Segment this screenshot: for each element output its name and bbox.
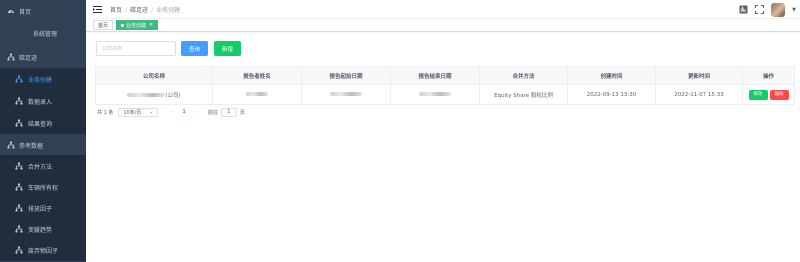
page-suffix: 页 (239, 109, 245, 116)
updated-cell: 2022-11-07 15:33 (655, 84, 743, 105)
search-bar: 查询 新增 (96, 41, 242, 56)
column-header: 公司名称 (95, 66, 213, 85)
column-header: 更新时间 (655, 66, 743, 85)
sidebar-item-system[interactable]: 系统管理 (0, 22, 86, 44)
tree-icon (7, 141, 15, 149)
breadcrumb: 首页 / 碳足迹 / 业务创建 (110, 5, 180, 14)
pagination: 共 1 条 10条/页 ⌄ ‹ 1 › 前往 1 页 (97, 107, 245, 117)
tags-view: 首页 业务创建 × (86, 19, 800, 32)
query-button[interactable]: 查询 (181, 41, 209, 56)
sidebar-item-label: 变暖趋势 (28, 226, 53, 234)
redacted-text (419, 92, 451, 96)
breadcrumb-item-current: 业务创建 (156, 7, 181, 14)
sidebar-item-label: 废弃物因子 (28, 247, 59, 255)
column-header: 合并方法 (479, 66, 568, 85)
tree-icon (15, 183, 23, 191)
start-date-cell (301, 84, 391, 105)
dashboard-icon (7, 7, 15, 15)
page-size-select[interactable]: 10条/页 ⌄ (118, 107, 159, 117)
next-page-icon[interactable]: › (196, 109, 198, 115)
goto-page-value: 1 (227, 109, 231, 115)
sidebar-item-label: 排放因子 (28, 205, 53, 213)
navbar: 首页 / 碳足迹 / 业务创建 ▼ (86, 0, 800, 19)
sidebar-item-label: 结果查询 (28, 120, 53, 128)
column-header: 操作 (742, 66, 795, 85)
sidebar-item-label: 车辆所有权 (28, 184, 59, 192)
redacted-text (246, 92, 268, 96)
company-search-input[interactable] (96, 41, 176, 56)
hamburger-icon[interactable] (93, 5, 102, 14)
sidebar-item-warming-trend[interactable]: 变暖趋势 (0, 218, 86, 240)
tag-label: 首页 (98, 22, 109, 29)
tag-business-create[interactable]: 业务创建 × (116, 20, 159, 30)
sidebar-item-business-create[interactable]: 业务创建 (0, 68, 86, 90)
company-suffix: (公司) (165, 92, 181, 99)
font-size-icon[interactable] (739, 5, 748, 14)
sidebar-item-home[interactable]: 首页 (0, 0, 86, 22)
sidebar-item-label: 合并方法 (28, 163, 53, 171)
delete-button[interactable]: 删除 (769, 89, 789, 100)
goto-label: 前往 (207, 109, 218, 116)
sidebar-item-emission-factor[interactable]: 排放因子 (0, 197, 86, 219)
column-header: 报告结束日期 (390, 66, 480, 85)
breadcrumb-item-carbon[interactable]: 碳足迹 (130, 7, 148, 14)
tag-label: 业务创建 (126, 22, 147, 29)
sidebar-item-label: 首页 (19, 8, 32, 16)
add-button[interactable]: 新增 (214, 41, 242, 56)
tree-icon (15, 97, 23, 105)
chevron-down-icon: ⌄ (149, 109, 154, 115)
sidebar-item-data-entry[interactable]: 数据录入 (0, 90, 86, 112)
sidebar-item-label: 系统管理 (33, 30, 58, 38)
tree-icon (7, 53, 15, 61)
tree-icon (15, 225, 23, 233)
sidebar-item-label: 数据录入 (28, 98, 53, 106)
created-cell: 2022-09-13 13:30 (567, 84, 656, 105)
sidebar-item-label: 碳足迹 (19, 54, 38, 62)
avatar[interactable] (771, 2, 786, 17)
breadcrumb-separator: / (151, 7, 154, 14)
sidebar-group-reference[interactable]: 参考数据 (0, 134, 86, 156)
edit-button[interactable]: 修改 (748, 89, 768, 100)
sidebar: 首页 系统管理 碳足迹 业务创建 数据录入 结果查询 参考数据 合并方法 车辆所… (0, 0, 86, 262)
close-icon[interactable]: × (149, 22, 153, 28)
redacted-text (127, 93, 166, 97)
tag-home[interactable]: 首页 (93, 20, 114, 30)
table-row: (公司) Equity Share 股权比例 2022-09-13 13:30 … (95, 84, 795, 105)
sidebar-item-merge-method[interactable]: 合并方法 (0, 155, 86, 177)
tree-icon (15, 119, 23, 127)
breadcrumb-separator: / (125, 7, 128, 14)
end-date-cell (390, 84, 480, 105)
method-cell: Equity Share 股权比例 (479, 84, 568, 105)
company-cell: (公司) (95, 84, 213, 105)
goto-page-input[interactable]: 1 (220, 107, 237, 117)
active-dot-icon (121, 23, 125, 27)
breadcrumb-item-home[interactable]: 首页 (110, 7, 122, 14)
tree-icon (15, 162, 23, 170)
redacted-text (330, 92, 362, 96)
tree-icon (15, 75, 23, 83)
navbar-right: ▼ (739, 1, 796, 18)
sidebar-item-label: 业务创建 (28, 76, 53, 84)
actions-cell: 修改 删除 (742, 84, 795, 105)
caret-down-icon[interactable]: ▼ (792, 7, 796, 13)
page-number[interactable]: 1 (182, 109, 185, 115)
page-size-value: 10条/页 (123, 109, 142, 116)
total-count: 共 1 条 (97, 109, 114, 116)
data-table: 公司名称 报告者姓名 报告起始日期 报告结束日期 合并方法 创建时间 更新时间 … (95, 66, 795, 105)
prev-page-icon[interactable]: ‹ (170, 109, 172, 115)
reporter-cell (212, 84, 302, 105)
sidebar-item-waste-factor[interactable]: 废弃物因子 (0, 239, 86, 261)
table-header-row: 公司名称 报告者姓名 报告起始日期 报告结束日期 合并方法 创建时间 更新时间 … (95, 66, 795, 85)
sidebar-item-result-query[interactable]: 结果查询 (0, 112, 86, 134)
fullscreen-icon[interactable] (755, 5, 765, 14)
column-header: 报告起始日期 (301, 66, 391, 85)
sidebar-item-label: 参考数据 (19, 142, 44, 150)
column-header: 创建时间 (567, 66, 656, 85)
tree-icon (15, 204, 23, 212)
sidebar-group-carbon[interactable]: 碳足迹 (0, 46, 86, 68)
sidebar-item-vehicle-ownership[interactable]: 车辆所有权 (0, 176, 86, 198)
tree-icon (15, 246, 23, 254)
column-header: 报告者姓名 (212, 66, 302, 85)
